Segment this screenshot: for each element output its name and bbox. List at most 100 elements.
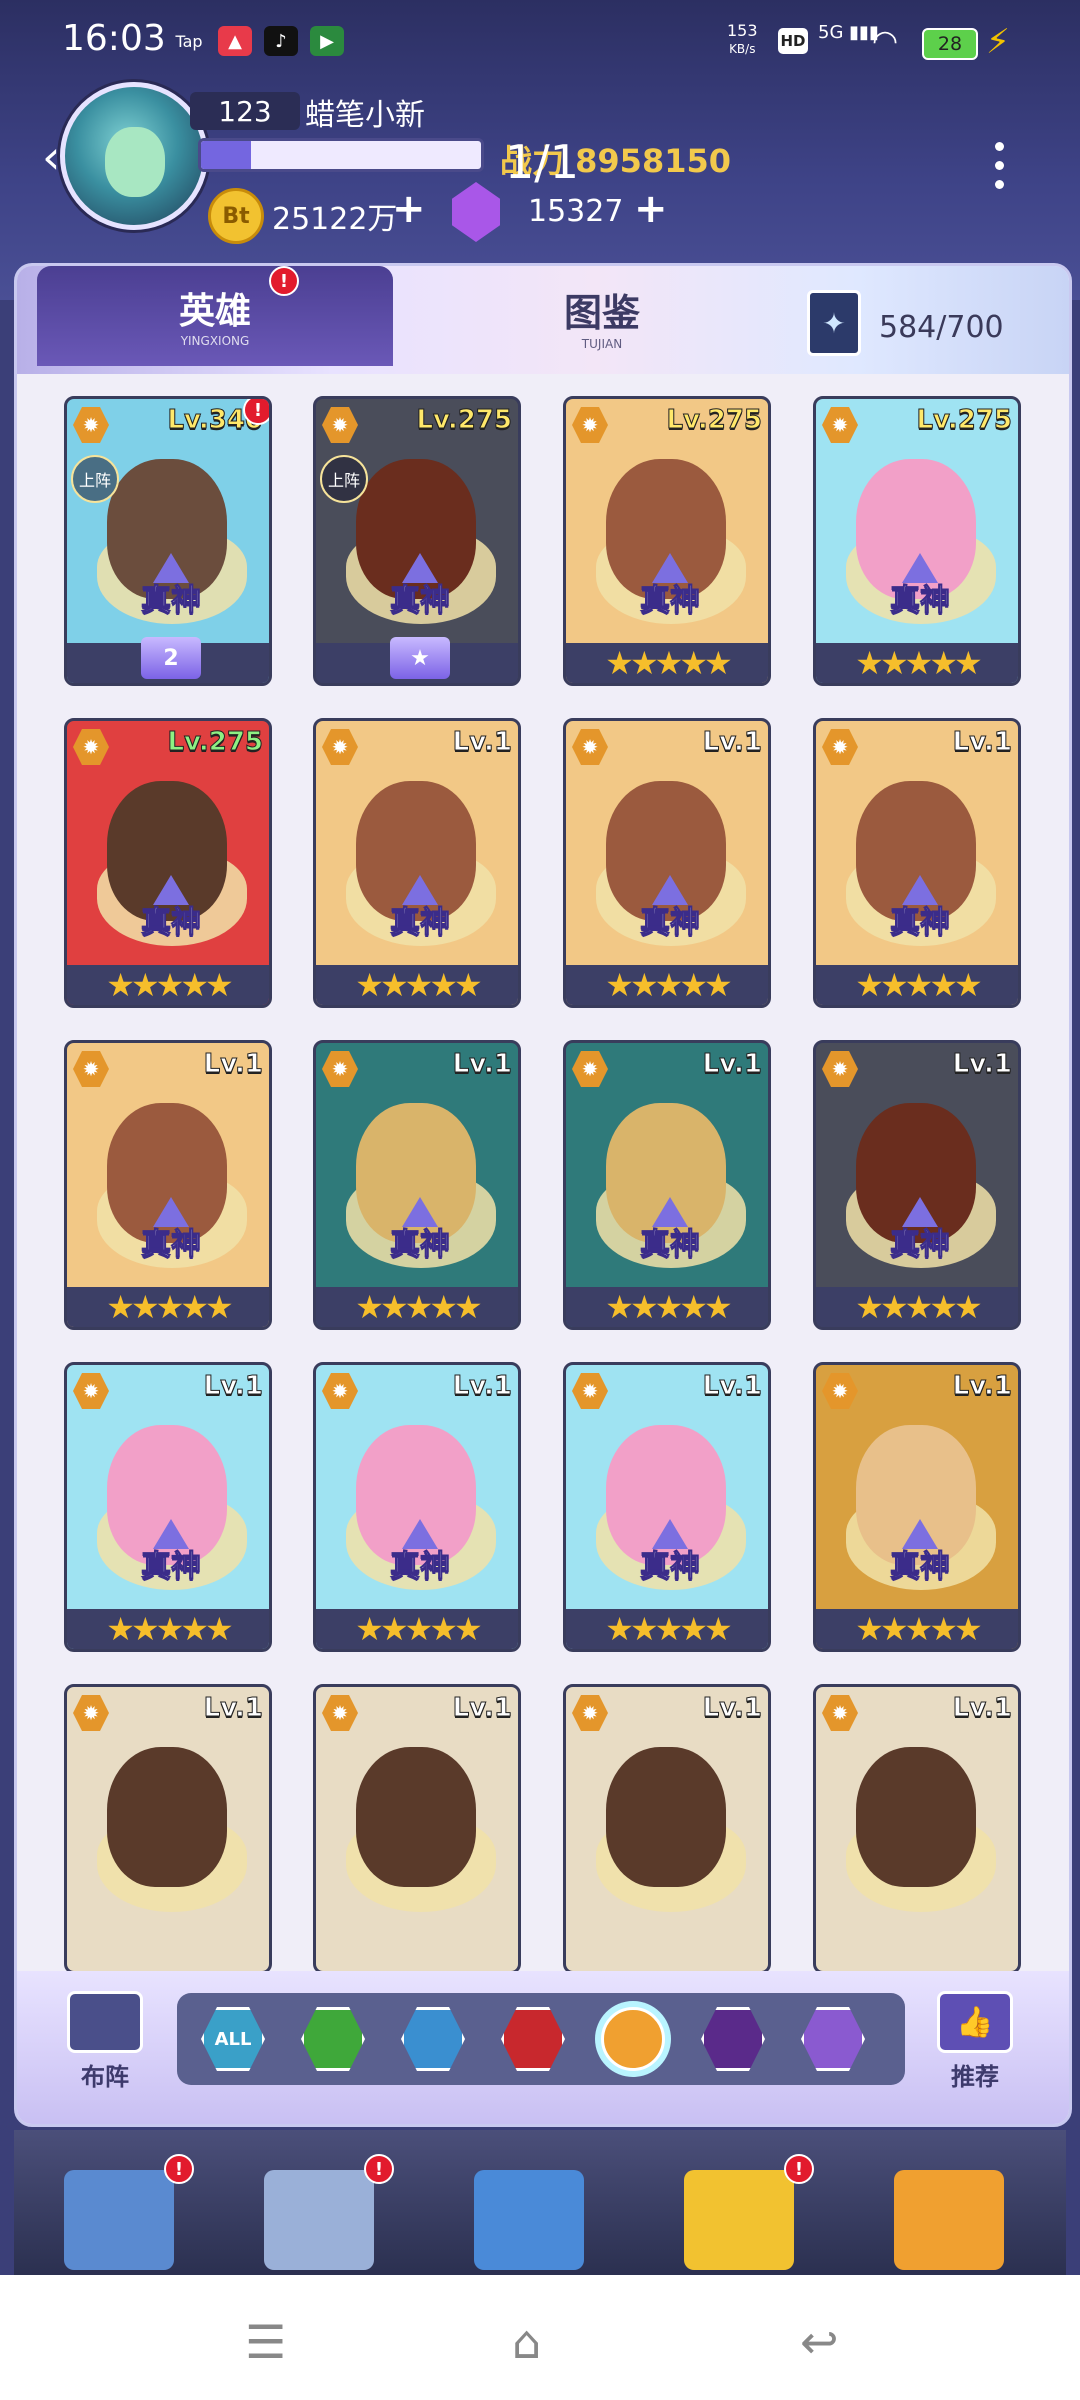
rank-label: 真神 <box>624 875 716 953</box>
nav-pet-icon[interactable] <box>454 2140 604 2275</box>
formation-button[interactable]: 布阵 <box>65 1991 145 2091</box>
hero-card[interactable]: ✹ Lv.340 上阵 真神 2! <box>64 396 272 686</box>
rank-text: 真神 <box>390 905 451 941</box>
hero-level: Lv.1 <box>952 727 1012 758</box>
nav-hero-icon[interactable]: ! <box>664 2140 814 2275</box>
awaken-medal: ★ <box>316 637 518 683</box>
signal-icon: 5G ▮▮▮ <box>818 22 879 43</box>
rank-text: 真神 <box>141 1549 202 1585</box>
nav-castle-icon[interactable]: ! <box>244 2140 394 2275</box>
hero-card[interactable]: ✹ Lv.1 <box>563 1684 771 1971</box>
hero-card[interactable]: ✹ Lv.275 真神 ★★★★★ <box>563 396 771 686</box>
filter-bar: 布阵 ALL 👍 推荐 <box>17 1971 1069 2124</box>
hero-card[interactable]: ✹ Lv.1 真神 ★★★★★ <box>313 1040 521 1330</box>
hero-card[interactable]: ✹ Lv.1 真神 ★★★★★ <box>64 1040 272 1330</box>
star-rating: ★★★★★ <box>67 1287 269 1327</box>
menu-icon[interactable]: ☰ <box>245 2315 286 2369</box>
nav-shop-icon[interactable] <box>874 2140 1024 2275</box>
hero-level: Lv.1 <box>452 727 512 758</box>
hero-card[interactable]: ✹ Lv.275 真神 ★★★★★ <box>813 396 1021 686</box>
tab-codex-sub: TUJIAN <box>581 337 623 351</box>
alert-badge: ! <box>243 399 269 425</box>
coin-amount: 25122万 <box>272 202 398 237</box>
more-menu-icon[interactable] <box>995 142 1005 189</box>
back-arrow-icon[interactable]: ‹ <box>42 130 60 184</box>
filter-fire-icon[interactable] <box>501 2007 565 2071</box>
hero-card[interactable]: ✹ Lv.275 真神 ★★★★★ <box>64 718 272 1008</box>
hero-card[interactable]: ✹ Lv.1 真神 ★★★★★ <box>813 1040 1021 1330</box>
clock: 16:03 <box>62 18 166 59</box>
hero-card[interactable]: ✹ Lv.1 真神 ★★★★★ <box>563 718 771 1008</box>
rank-label: 真神 <box>874 1519 966 1597</box>
hero-level: Lv.275 <box>666 405 763 436</box>
light-element-icon: ✹ <box>822 729 858 765</box>
rank-text: 真神 <box>390 1227 451 1263</box>
alert-badge: ! <box>784 2154 814 2184</box>
nav-castle-art <box>264 2170 374 2270</box>
star-rating: ★★★★★ <box>67 965 269 1005</box>
hero-card[interactable]: ✹ Lv.1 <box>64 1684 272 1971</box>
battery-icon: 28 <box>922 28 978 60</box>
home-icon[interactable]: ⌂ <box>512 2315 541 2369</box>
rank-text: 真神 <box>390 1549 451 1585</box>
star-rating: ★★★★★ <box>566 1609 768 1649</box>
hero-card[interactable]: ✹ Lv.1 真神 ★★★★★ <box>563 1362 771 1652</box>
hero-level: Lv.1 <box>452 1049 512 1080</box>
hero-card[interactable]: ✹ Lv.1 真神 ★★★★★ <box>813 1362 1021 1652</box>
hero-card[interactable]: ✹ Lv.1 真神 ★★★★★ <box>563 1040 771 1330</box>
tab-heroes[interactable]: 英雄 YINGXIONG ! <box>37 266 393 366</box>
flag-icon <box>67 1991 143 2053</box>
recommend-button[interactable]: 👍 推荐 <box>935 1991 1015 2091</box>
back-icon[interactable]: ↩ <box>800 2315 839 2369</box>
rank-label: 真神 <box>374 1197 466 1275</box>
light-element-icon: ✹ <box>572 1695 608 1731</box>
filter-all-icon[interactable]: ALL <box>201 2007 265 2071</box>
rank-label: 真神 <box>125 875 217 953</box>
nav-city-icon[interactable]: ! <box>44 2140 194 2275</box>
hero-card[interactable]: ✹ Lv.275 上阵 真神 ★ <box>313 396 521 686</box>
player-avatar[interactable] <box>60 82 208 230</box>
hero-card[interactable]: ✹ Lv.1 真神 ★★★★★ <box>813 718 1021 1008</box>
star-rating: ★★★★★ <box>566 643 768 683</box>
hero-card[interactable]: ✹ Lv.1 真神 ★★★★★ <box>64 1362 272 1652</box>
hero-card[interactable]: ✹ Lv.1 真神 ★★★★★ <box>313 718 521 1008</box>
star-rating: ★★★★★ <box>566 965 768 1005</box>
light-element-icon: ✹ <box>73 1051 109 1087</box>
light-element-icon: ✹ <box>73 729 109 765</box>
hero-card[interactable]: ✹ Lv.1 真神 ★★★★★ <box>313 1362 521 1652</box>
hero-portrait <box>856 1747 976 1887</box>
rank-label: 真神 <box>374 553 466 631</box>
light-element-icon: ✹ <box>73 407 109 443</box>
rank-text: 真神 <box>890 1549 951 1585</box>
wifi-icon: ◠ <box>872 24 899 59</box>
filter-nature-icon[interactable] <box>301 2007 365 2071</box>
hero-level: Lv.1 <box>203 1371 263 1402</box>
coin-icon: Bt <box>208 188 264 244</box>
rank-label: 真神 <box>624 553 716 631</box>
filter-void-icon[interactable] <box>801 2007 865 2071</box>
rank-text: 真神 <box>640 905 701 941</box>
filter-dark-icon[interactable] <box>701 2007 765 2071</box>
hero-card[interactable]: ✹ Lv.1 <box>313 1684 521 1971</box>
network-speed: 153 KB/s <box>727 22 758 58</box>
light-element-icon: ✹ <box>572 1373 608 1409</box>
hero-level: Lv.1 <box>702 1371 762 1402</box>
element-filters: ALL <box>177 1993 905 2085</box>
rank-label: 真神 <box>874 875 966 953</box>
hero-card[interactable]: ✹ Lv.1 <box>813 1684 1021 1971</box>
nav-pet-art <box>474 2170 584 2270</box>
tiktok-icon: ♪ <box>264 26 298 56</box>
light-element-icon: ✹ <box>572 407 608 443</box>
hd-icon: HD <box>778 28 808 54</box>
filter-water-icon[interactable] <box>401 2007 465 2071</box>
rank-text: 真神 <box>640 1549 701 1585</box>
star-rating: ★★★★★ <box>816 965 1018 1005</box>
add-gems-button[interactable]: + <box>634 186 668 232</box>
filter-light-icon[interactable] <box>601 2007 665 2071</box>
xiaohongshu-icon: ▲ <box>218 26 252 56</box>
light-element-icon: ✹ <box>822 1051 858 1087</box>
hero-grid: ✹ Lv.340 上阵 真神 2! ✹ Lv.275 上阵 真神 ★ ✹ Lv.275 真神 ★★★★★ ✹… <box>17 396 1069 1971</box>
add-coins-button[interactable]: + <box>392 186 426 232</box>
star-rating: ★★★★★ <box>816 1287 1018 1327</box>
tab-codex[interactable]: 图鉴 TUJIAN <box>487 266 717 366</box>
